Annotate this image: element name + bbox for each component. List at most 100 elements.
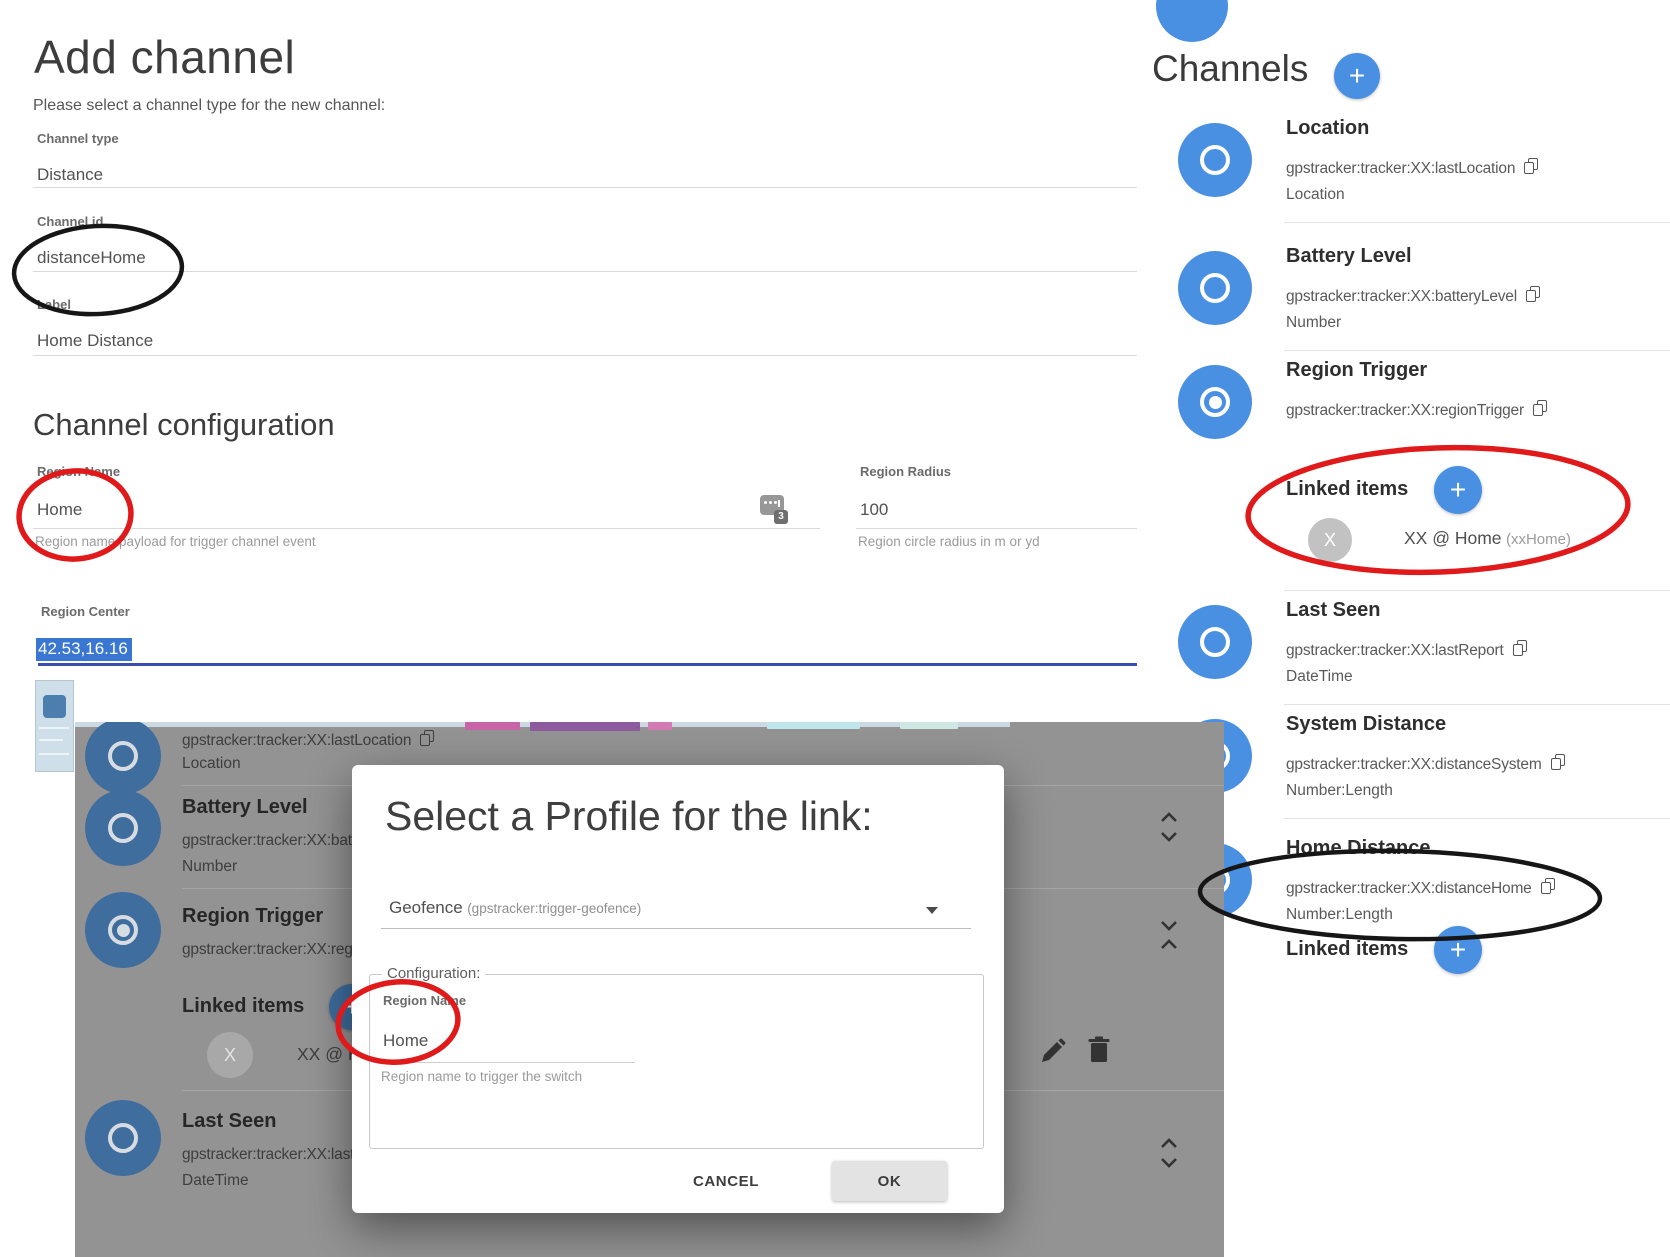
unfold-icon bbox=[1157, 1136, 1181, 1170]
region-name-label: Region Name bbox=[37, 464, 120, 479]
profile-dialog: Select a Profile for the link: Geofence … bbox=[352, 765, 1004, 1213]
region-radius-input[interactable]: 100 bbox=[860, 500, 888, 520]
region-name-hint: Region name payload for trigger channel … bbox=[35, 534, 316, 549]
region-name-input[interactable]: Home bbox=[37, 500, 82, 520]
dimmed-channel-type: DateTime bbox=[182, 1172, 249, 1190]
channel-uid: gpstracker:tracker:XX:regionTrigger bbox=[1286, 400, 1548, 420]
ok-button[interactable]: OK bbox=[832, 1161, 947, 1201]
channel-title: Last Seen bbox=[1286, 599, 1380, 622]
dimmed-channel-icon-last-seen bbox=[85, 1100, 161, 1176]
channel-title: Home Distance bbox=[1286, 837, 1431, 860]
channel-id-label: Channel id bbox=[37, 214, 103, 229]
copy-icon[interactable] bbox=[1513, 640, 1528, 657]
channel-uid: gpstracker:tracker:XX:batteryLevel bbox=[1286, 286, 1541, 306]
linked-items-heading: Linked items bbox=[1286, 938, 1408, 961]
channel-title: Location bbox=[1286, 117, 1369, 140]
screen: Add channel Please select a channel type… bbox=[0, 0, 1670, 1257]
channel-uid: gpstracker:tracker:XX:distanceSystem bbox=[1286, 754, 1566, 774]
copy-icon[interactable] bbox=[1541, 878, 1556, 895]
plus-icon: + bbox=[1450, 474, 1466, 506]
channel-type-input[interactable]: Distance bbox=[37, 165, 103, 185]
channel-type-text: Number:Length bbox=[1286, 906, 1393, 924]
plus-icon: + bbox=[1349, 60, 1365, 92]
channel-id-underline bbox=[33, 271, 1137, 272]
delete-trash-icon bbox=[1086, 1036, 1112, 1064]
dimmed-channel-icon-battery bbox=[85, 790, 161, 866]
copy-icon bbox=[420, 730, 435, 747]
dimmed-channel-uid: gpstracker:tracker:XX:lastLocation bbox=[182, 730, 435, 750]
profile-select-uid: (gpstracker:trigger-geofence) bbox=[467, 901, 641, 916]
page-subtitle: Please select a channel type for the new… bbox=[33, 97, 385, 115]
channel-type-label: Channel type bbox=[37, 131, 119, 146]
region-name-underline bbox=[33, 528, 820, 529]
region-center-input[interactable]: 42.53,16.16 bbox=[36, 638, 132, 661]
channel-uid: gpstracker:tracker:XX:distanceHome bbox=[1286, 878, 1556, 898]
channel-icon-battery bbox=[1178, 251, 1252, 325]
plus-icon: + bbox=[1450, 934, 1466, 966]
dimmed-channel-icon-location bbox=[85, 722, 161, 794]
profile-select[interactable]: Geofence (gpstracker:trigger-geofence) bbox=[389, 898, 641, 918]
edit-pencil-icon bbox=[1040, 1038, 1066, 1064]
copy-icon[interactable] bbox=[1526, 286, 1541, 303]
channel-uid: gpstracker:tracker:XX:lastReport bbox=[1286, 640, 1528, 660]
map-preview-fragment bbox=[35, 680, 74, 772]
dialog-region-name-input[interactable]: Home bbox=[383, 1031, 428, 1051]
fieldset-legend: Configuration: bbox=[382, 965, 485, 982]
add-linked-item-button[interactable]: + bbox=[1434, 926, 1482, 974]
channel-title: System Distance bbox=[1286, 713, 1446, 736]
dimmed-linked-items-heading: Linked items bbox=[182, 995, 304, 1018]
channel-id-input[interactable]: distanceHome bbox=[37, 248, 146, 268]
red-ellipse-linked-item bbox=[1246, 441, 1630, 578]
dimmed-channel-type: Number bbox=[182, 858, 237, 876]
dimmed-linked-item-avatar: X bbox=[207, 1032, 253, 1078]
dialog-title: Select a Profile for the link: bbox=[385, 793, 873, 840]
profile-select-value: Geofence bbox=[389, 898, 463, 917]
linked-item-row[interactable]: XX @ Home (xxHome) bbox=[1404, 528, 1571, 549]
label-field-underline bbox=[33, 355, 1137, 356]
region-radius-underline bbox=[856, 528, 1137, 529]
dimmed-channel-type: Location bbox=[182, 755, 241, 773]
linked-item-avatar: X bbox=[1308, 518, 1352, 562]
channel-icon-region-trigger bbox=[1178, 365, 1252, 439]
dialog-region-name-hint: Region name to trigger the switch bbox=[381, 1069, 582, 1084]
label-field-input[interactable]: Home Distance bbox=[37, 331, 153, 351]
dialog-region-name-label: Region Name bbox=[383, 993, 466, 1008]
page-title: Add channel bbox=[34, 30, 295, 84]
dimmed-channel-title: Region Trigger bbox=[182, 905, 323, 928]
linked-items-heading: Linked items bbox=[1286, 478, 1408, 501]
channel-type-text: Location bbox=[1286, 186, 1345, 204]
channel-title: Region Trigger bbox=[1286, 359, 1427, 382]
cancel-button[interactable]: CANCEL bbox=[678, 1161, 774, 1201]
add-channel-button[interactable]: + bbox=[1334, 53, 1380, 99]
badge-count: 3 bbox=[774, 510, 788, 524]
unfold-icon bbox=[1157, 810, 1181, 844]
collapse-icon bbox=[1157, 918, 1181, 952]
region-radius-label: Region Radius bbox=[860, 464, 951, 479]
input-helper-icon[interactable]: 3 bbox=[760, 492, 788, 525]
channel-type-underline bbox=[33, 187, 1137, 188]
linked-item-label: XX @ Home bbox=[1404, 528, 1502, 548]
channel-type-text: Number bbox=[1286, 314, 1341, 332]
region-center-label: Region Center bbox=[41, 604, 130, 619]
linked-item-suffix: (xxHome) bbox=[1506, 531, 1571, 548]
dimmed-channel-title: Last Seen bbox=[182, 1110, 276, 1133]
copy-icon[interactable] bbox=[1533, 400, 1548, 417]
config-section-heading: Channel configuration bbox=[33, 407, 335, 443]
copy-icon[interactable] bbox=[1551, 754, 1566, 771]
dimmed-channel-icon-region-trigger bbox=[85, 892, 161, 968]
channel-type-text: DateTime bbox=[1286, 668, 1353, 686]
dropdown-arrow-icon[interactable] bbox=[926, 907, 938, 914]
add-linked-item-button[interactable]: + bbox=[1434, 466, 1482, 514]
channel-icon-last-seen bbox=[1178, 605, 1252, 679]
region-center-focus-underline bbox=[38, 663, 1137, 666]
dimmed-channel-title: Battery Level bbox=[182, 796, 308, 819]
channel-icon-location bbox=[1178, 123, 1252, 197]
copy-icon[interactable] bbox=[1524, 158, 1539, 175]
channel-type-text: Number:Length bbox=[1286, 782, 1393, 800]
region-radius-hint: Region circle radius in m or yd bbox=[858, 534, 1040, 549]
label-field-label: Label bbox=[37, 297, 71, 312]
scrolled-avatar-icon bbox=[1156, 0, 1228, 42]
channel-uid: gpstracker:tracker:XX:lastLocation bbox=[1286, 158, 1539, 178]
channel-title: Battery Level bbox=[1286, 245, 1412, 268]
channels-heading: Channels bbox=[1152, 48, 1308, 90]
